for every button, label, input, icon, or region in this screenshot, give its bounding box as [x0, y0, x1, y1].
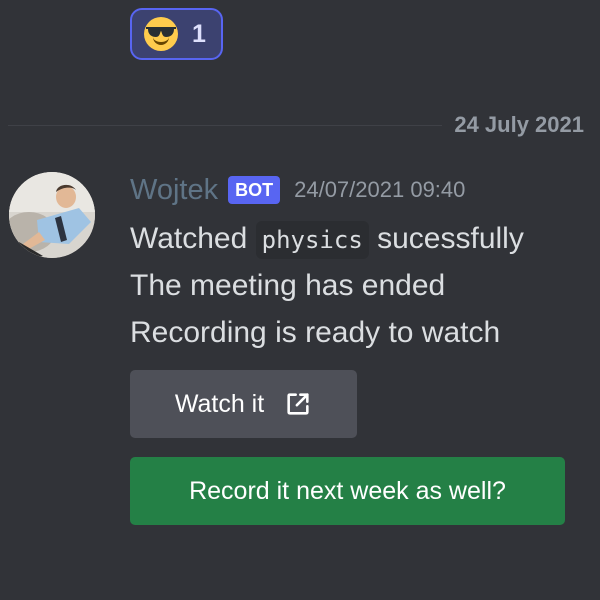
username[interactable]: Wojtek — [130, 174, 218, 207]
message-header: Wojtek BOT 24/07/2021 09:40 — [130, 170, 465, 210]
date-divider: 24 July 2021 — [8, 110, 592, 140]
message-line-1: Watched physics sucessfully — [130, 215, 590, 262]
reaction-button[interactable]: 1 — [130, 8, 223, 60]
message-content: Watched physics sucessfully The meeting … — [130, 215, 590, 356]
avatar-image — [9, 172, 95, 258]
watch-it-button[interactable]: Watch it — [130, 370, 357, 438]
message-line-1-suffix: sucessfully — [368, 222, 524, 255]
external-link-icon — [287, 393, 309, 415]
message-line-3: Recording is ready to watch — [130, 316, 501, 349]
reaction-count: 1 — [192, 19, 206, 48]
message-timestamp: 24/07/2021 09:40 — [294, 177, 466, 202]
divider-line — [8, 124, 443, 126]
sunglasses-icon — [146, 27, 176, 37]
record-next-week-label: Record it next week as well? — [189, 476, 506, 505]
record-next-week-button[interactable]: Record it next week as well? — [130, 457, 565, 525]
bot-tag: BOT — [228, 176, 281, 204]
sunglasses-emoji-icon — [144, 17, 178, 51]
divider-date: 24 July 2021 — [454, 112, 584, 137]
watch-it-label: Watch it — [174, 389, 265, 418]
avatar[interactable] — [9, 172, 95, 258]
inline-code: physics — [255, 221, 369, 259]
message-line-1-text: Watched — [130, 222, 256, 255]
message-line-2: The meeting has ended — [130, 269, 446, 302]
chat-view: 1 24 July 2021 Wojtek BOT 24/07/2021 09:… — [0, 0, 600, 600]
